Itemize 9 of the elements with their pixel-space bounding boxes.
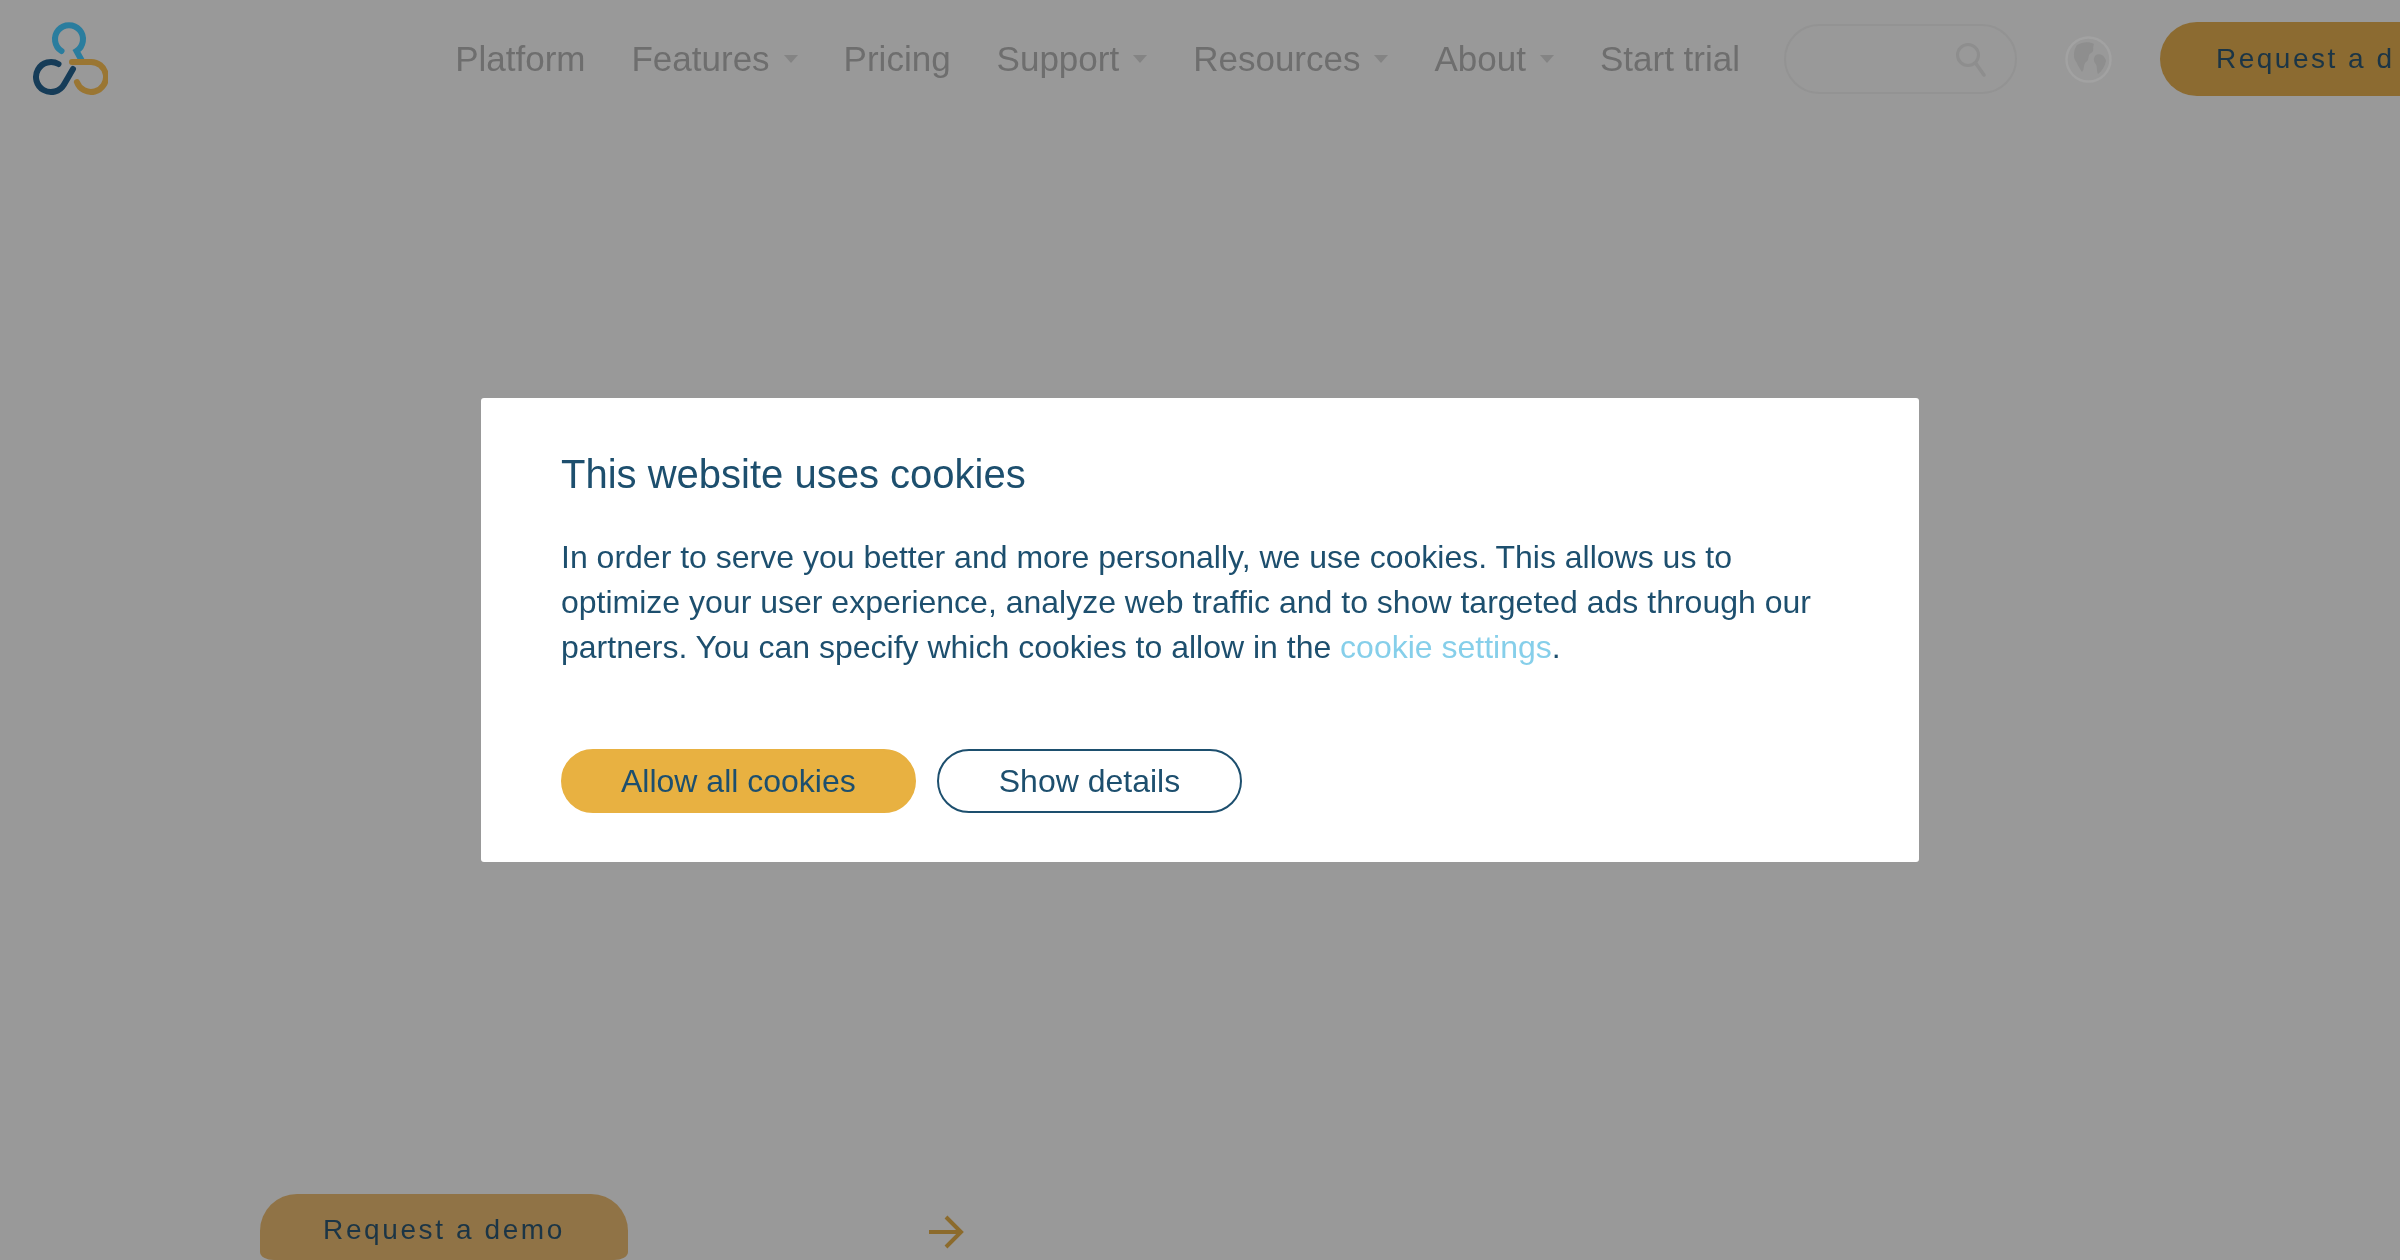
- request-demo-button[interactable]: Request a demo: [260, 1194, 628, 1260]
- cookie-settings-link[interactable]: cookie settings: [1340, 629, 1552, 665]
- cookie-message: In order to serve you better and more personally, we use cookies. This allows us to optimize your user experience, analyze web traffic and to show targeted ads through our partners. You can specify which cookies to allow in the cookie settings.: [561, 538, 1812, 667]
- request-demo-button[interactable]: Request a d: [2160, 22, 2400, 96]
- allow-all-button[interactable]: Allow all cookies: [561, 749, 916, 813]
- logo-icon[interactable]: [30, 22, 108, 96]
- dialog-title: This website uses cookies: [561, 451, 1027, 498]
- show-details-button[interactable]: Show details: [936, 749, 1243, 813]
- arrow-right-icon[interactable]: [929, 1215, 964, 1249]
